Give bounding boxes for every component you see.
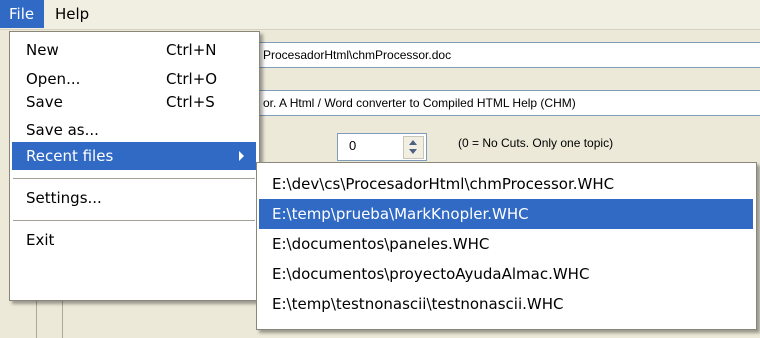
menu-item-settings[interactable]: Settings... [12, 184, 256, 212]
menu-item-label: Recent files [26, 147, 114, 165]
cut-level-hint: (0 = No Cuts. Only one topic) [458, 136, 614, 150]
menu-help[interactable]: Help [46, 0, 98, 28]
menu-item-label: Save as... [26, 121, 99, 139]
recent-file-path: E:\temp\prueba\MarkKnopler.WHC [272, 205, 529, 223]
help-title-field[interactable]: or. A Html / Word converter to Compiled … [250, 90, 760, 116]
recent-files-submenu: E:\dev\cs\ProcesadorHtml\chmProcessor.WH… [256, 162, 757, 330]
recent-file-path: E:\temp\testnonascii\testnonascii.WHC [272, 295, 564, 313]
menu-item-shortcut: Ctrl+S [166, 93, 215, 111]
menu-item-label: New [26, 41, 59, 59]
menu-bar: File Help [0, 0, 760, 30]
recent-file-item[interactable]: E:\documentos\proyectoAyudaAlmac.WHC [259, 259, 753, 289]
recent-file-item[interactable]: E:\documentos\paneles.WHC [259, 229, 753, 259]
source-file-field[interactable]: ProcesadorHtml\chmProcessor.doc [250, 42, 760, 68]
recent-file-item[interactable]: E:\dev\cs\ProcesadorHtml\chmProcessor.WH… [259, 169, 753, 199]
recent-file-path: E:\dev\cs\ProcesadorHtml\chmProcessor.WH… [272, 175, 615, 193]
menu-separator [13, 178, 255, 179]
recent-file-item[interactable]: E:\temp\prueba\MarkKnopler.WHC [259, 199, 753, 229]
recent-file-path: E:\documentos\proyectoAyudaAlmac.WHC [272, 265, 590, 283]
recent-file-item[interactable]: E:\temp\testnonascii\testnonascii.WHC [259, 289, 753, 319]
stepper-down-icon[interactable] [409, 149, 417, 154]
recent-file-path: E:\documentos\paneles.WHC [272, 235, 490, 253]
menu-item-label: Settings... [26, 189, 102, 207]
submenu-arrow-icon [239, 151, 244, 161]
cut-level-stepper[interactable]: 0 [337, 133, 427, 161]
menu-item-save[interactable]: Save Ctrl+S [12, 88, 256, 116]
menu-item-label: Save [26, 93, 63, 111]
menu-item-save-as[interactable]: Save as... [12, 116, 256, 144]
menu-item-new[interactable]: New Ctrl+N [12, 36, 256, 64]
file-menu: New Ctrl+N Open... Ctrl+O Save Ctrl+S Sa… [9, 31, 260, 301]
cut-level-value: 0 [349, 138, 357, 153]
menu-item-recent-files[interactable]: Recent files [12, 142, 256, 170]
menu-item-shortcut: Ctrl+N [166, 41, 217, 59]
menu-item-exit[interactable]: Exit [12, 226, 256, 254]
menu-item-label: Exit [26, 231, 55, 249]
menu-separator [13, 220, 255, 221]
stepper-up-icon[interactable] [409, 140, 417, 145]
menu-file[interactable]: File [0, 0, 44, 28]
stepper-buttons[interactable] [403, 136, 424, 159]
